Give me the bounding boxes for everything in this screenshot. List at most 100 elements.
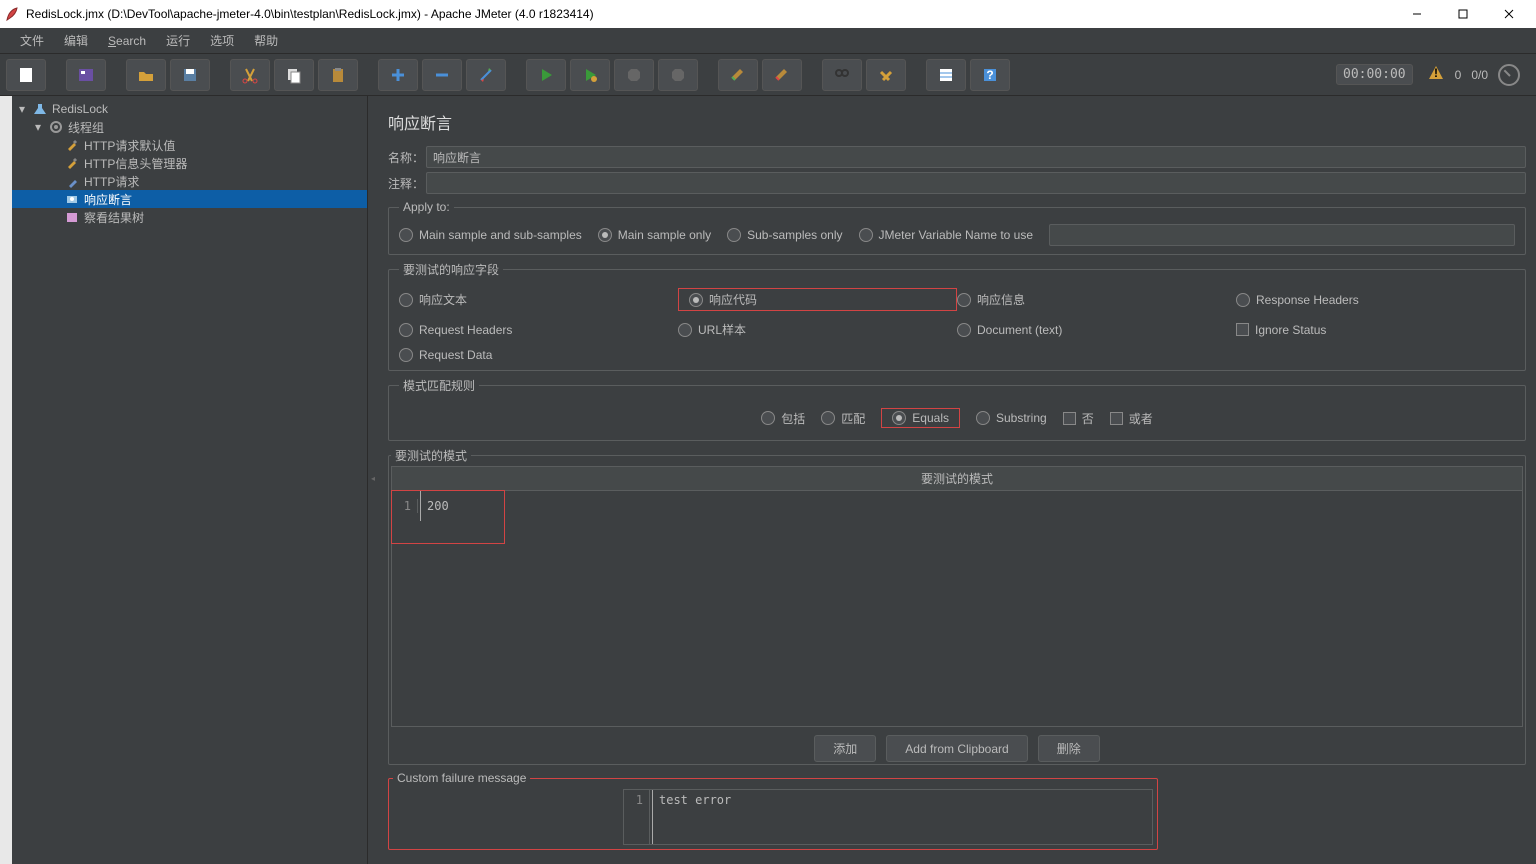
- row-number: 1: [624, 790, 650, 844]
- menu-search[interactable]: Search: [98, 31, 156, 51]
- search-button[interactable]: [822, 59, 862, 91]
- pattern-row[interactable]: 1 200: [392, 491, 504, 521]
- rule-or[interactable]: 或者: [1110, 410, 1153, 427]
- tree-http-header-mgr[interactable]: HTTP信息头管理器: [12, 154, 367, 172]
- assertion-icon: [64, 191, 80, 207]
- add-button[interactable]: 添加: [814, 735, 876, 762]
- cut-button[interactable]: [230, 59, 270, 91]
- svg-text:?: ?: [986, 68, 993, 82]
- start-no-pause-button[interactable]: [570, 59, 610, 91]
- field-request-data[interactable]: Request Data: [399, 348, 678, 362]
- comment-input[interactable]: [426, 172, 1526, 194]
- tree-http-request[interactable]: HTTP请求: [12, 172, 367, 190]
- field-response-code[interactable]: 响应代码: [689, 291, 757, 308]
- rule-equals[interactable]: Equals: [892, 411, 949, 425]
- jmeter-var-input[interactable]: [1049, 224, 1515, 246]
- copy-button[interactable]: [274, 59, 314, 91]
- panel-title: 响应断言: [388, 110, 1526, 134]
- expand-button[interactable]: [378, 59, 418, 91]
- close-button[interactable]: [1486, 0, 1532, 28]
- patterns-group: 要测试的模式 要测试的模式 1 200 添加 Add from Clipboar…: [388, 447, 1526, 765]
- patterns-table-body[interactable]: 1 200: [391, 491, 1523, 727]
- save-button[interactable]: [170, 59, 210, 91]
- results-tree-icon: [64, 209, 80, 225]
- tree-root[interactable]: ▾ RedisLock: [12, 100, 367, 118]
- reset-search-button[interactable]: [866, 59, 906, 91]
- menu-run[interactable]: 运行: [156, 29, 200, 52]
- add-from-clipboard-button[interactable]: Add from Clipboard: [886, 735, 1027, 762]
- window-title: RedisLock.jmx (D:\DevTool\apache-jmeter-…: [26, 7, 1394, 21]
- tree-response-assertion[interactable]: 响应断言: [12, 190, 367, 208]
- field-ignore-status[interactable]: Ignore Status: [1236, 321, 1515, 338]
- warning-icon: !: [1427, 64, 1445, 85]
- field-document-text[interactable]: Document (text): [957, 321, 1236, 338]
- rule-contains[interactable]: 包括: [761, 410, 805, 427]
- test-plan-tree[interactable]: ▾ RedisLock ▾ 线程组 HTTP请求默认值 HTTP信息头管理器 H…: [12, 96, 368, 864]
- templates-button[interactable]: [66, 59, 106, 91]
- menu-options[interactable]: 选项: [200, 29, 244, 52]
- menubar: 文件 编辑 Search 运行 选项 帮助: [0, 28, 1536, 54]
- field-response-headers[interactable]: Response Headers: [1236, 288, 1515, 311]
- custom-failure-input[interactable]: 1 test error: [623, 789, 1153, 845]
- paste-button[interactable]: [318, 59, 358, 91]
- tree-http-defaults[interactable]: HTTP请求默认值: [12, 136, 367, 154]
- maximize-button[interactable]: [1440, 0, 1486, 28]
- field-request-headers[interactable]: Request Headers: [399, 321, 678, 338]
- custom-failure-group: Custom failure message 1 test error: [388, 771, 1158, 850]
- tree-thread-group[interactable]: ▾ 线程组: [12, 118, 367, 136]
- thread-ratio: 0/0: [1471, 68, 1488, 82]
- open-button[interactable]: [126, 59, 166, 91]
- warning-count: 0: [1455, 68, 1462, 82]
- menu-file[interactable]: 文件: [10, 29, 54, 52]
- rule-substring[interactable]: Substring: [976, 411, 1047, 425]
- titlebar: RedisLock.jmx (D:\DevTool\apache-jmeter-…: [0, 0, 1536, 28]
- patterns-table-header: 要测试的模式: [391, 466, 1523, 491]
- splitter[interactable]: [368, 96, 378, 864]
- svg-text:!: !: [1434, 66, 1438, 80]
- new-button[interactable]: [6, 59, 46, 91]
- gear-icon: [48, 119, 64, 135]
- collapse-button[interactable]: [422, 59, 462, 91]
- toolbar: ? 00:00:00 ! 0 0/0: [0, 54, 1536, 96]
- field-response-message[interactable]: 响应信息: [957, 288, 1236, 311]
- match-rule-group: 模式匹配规则 包括 匹配 Equals Substring 否 或者: [388, 377, 1526, 441]
- editor-panel: 响应断言 名称： 注释： Apply to: Main sample and s…: [378, 96, 1536, 864]
- apply-sub-only[interactable]: Sub-samples only: [727, 228, 842, 242]
- pipette-icon: [64, 173, 80, 189]
- stop-button[interactable]: [614, 59, 654, 91]
- name-label: 名称：: [388, 149, 426, 166]
- function-helper-button[interactable]: [926, 59, 966, 91]
- comment-label: 注释：: [388, 175, 426, 192]
- clear-all-button[interactable]: [762, 59, 802, 91]
- collapse-icon[interactable]: ▾: [32, 121, 44, 133]
- name-input[interactable]: [426, 146, 1526, 168]
- field-response-text[interactable]: 响应文本: [399, 288, 678, 311]
- minimize-button[interactable]: [1394, 0, 1440, 28]
- apply-to-group: Apply to: Main sample and sub-samples Ma…: [388, 200, 1526, 255]
- test-field-group: 要测试的响应字段 响应文本 响应代码 响应信息 Response Headers…: [388, 261, 1526, 371]
- delete-button[interactable]: 删除: [1038, 735, 1100, 762]
- toggle-button[interactable]: [466, 59, 506, 91]
- menu-help[interactable]: 帮助: [244, 29, 288, 52]
- shutdown-button[interactable]: [658, 59, 698, 91]
- rule-not[interactable]: 否: [1063, 410, 1094, 427]
- apply-main-only[interactable]: Main sample only: [598, 228, 711, 242]
- gauge-icon: [1498, 64, 1520, 86]
- clear-button[interactable]: [718, 59, 758, 91]
- row-number: 1: [392, 499, 418, 513]
- wrench-icon: [64, 155, 80, 171]
- apply-main-and-sub[interactable]: Main sample and sub-samples: [399, 228, 582, 242]
- start-button[interactable]: [526, 59, 566, 91]
- app-icon: [4, 6, 20, 22]
- collapse-icon[interactable]: ▾: [16, 103, 28, 115]
- left-gutter: [0, 96, 12, 864]
- apply-jmeter-var[interactable]: JMeter Variable Name to use: [859, 228, 1034, 242]
- help-button[interactable]: ?: [970, 59, 1010, 91]
- menu-edit[interactable]: 编辑: [54, 29, 98, 52]
- field-url-sampled[interactable]: URL样本: [678, 321, 957, 338]
- pattern-value[interactable]: 200: [420, 491, 449, 521]
- rule-matches[interactable]: 匹配: [821, 410, 865, 427]
- flask-icon: [32, 101, 48, 117]
- tree-view-results[interactable]: 察看结果树: [12, 208, 367, 226]
- elapsed-timer: 00:00:00: [1336, 64, 1413, 85]
